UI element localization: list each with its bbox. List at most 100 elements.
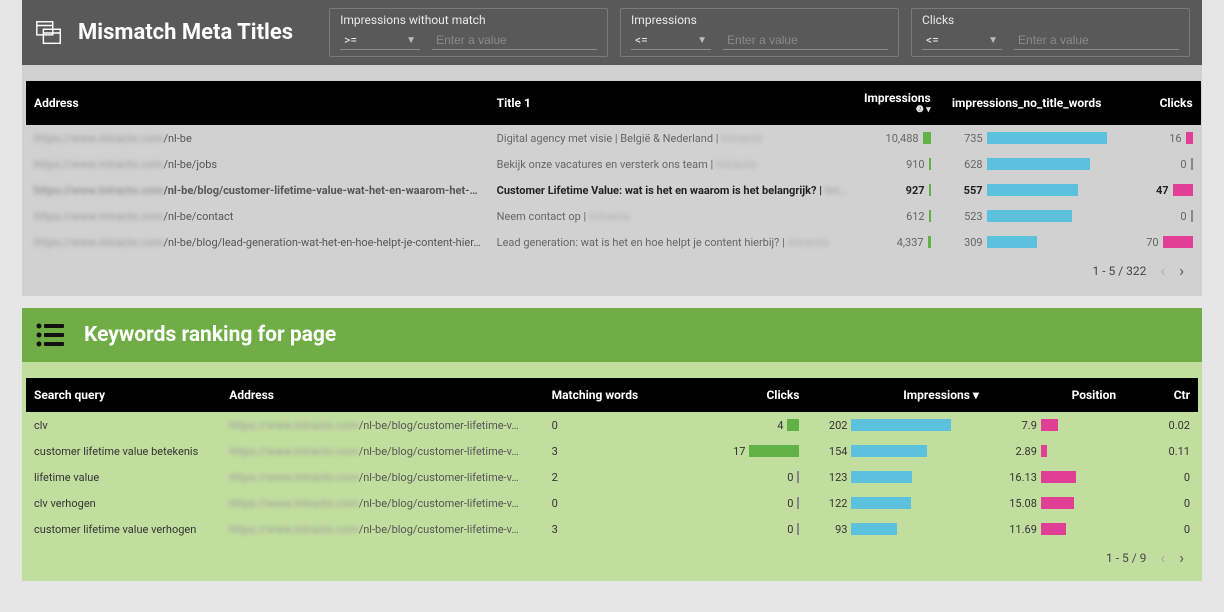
cell-impressions: 202 <box>807 412 986 438</box>
col-impressions-label: Impressions <box>864 91 931 105</box>
col-ctr[interactable]: Ctr <box>1124 378 1198 412</box>
browser-windows-icon <box>34 18 64 48</box>
cell-address: https://www.intracto.com/nl-be/blog/cust… <box>26 177 489 203</box>
col-clicks[interactable]: Clicks <box>1115 81 1201 125</box>
section-title: Mismatch Meta Titles <box>78 20 293 45</box>
prev-page-button[interactable]: ‹ <box>1160 261 1165 280</box>
filter-value-input[interactable] <box>432 31 597 50</box>
cell-position: 2.89 <box>987 438 1124 464</box>
cell-position: 11.69 <box>987 516 1124 542</box>
cell-no-title: 557 <box>939 177 1115 203</box>
cell-title: Neem contact op | Intracto <box>489 203 856 229</box>
keywords-ranking-section: Keywords ranking for page Search query A… <box>22 308 1202 581</box>
sort-indicator: ❷ ▾ <box>864 105 931 115</box>
caret-down-icon: ▼ <box>697 35 707 46</box>
cell-ctr: 0.11 <box>1124 438 1198 464</box>
keywords-table: Search query Address Matching words Clic… <box>26 378 1198 542</box>
table-row[interactable]: customer lifetime value verhogenhttps://… <box>26 516 1198 542</box>
cell-query: clv verhogen <box>26 490 221 516</box>
cell-query: customer lifetime value verhogen <box>26 516 221 542</box>
cell-position: 15.08 <box>987 490 1124 516</box>
next-page-button[interactable]: › <box>1179 548 1184 567</box>
table-row[interactable]: https://www.intracto.com/nl-be/blog/cust… <box>26 177 1201 203</box>
cell-impressions: 93 <box>807 516 986 542</box>
filter-operator-select[interactable]: <= ▼ <box>922 31 1002 50</box>
caret-down-icon: ▼ <box>406 35 416 46</box>
cell-address: https://www.intracto.com/nl-be/blog/cust… <box>221 464 543 490</box>
cell-impressions: 4,337 <box>856 229 939 255</box>
filter-value-input[interactable] <box>723 31 888 50</box>
cell-position: 7.9 <box>987 412 1124 438</box>
cell-address: https://www.intracto.com/nl-be <box>26 125 489 151</box>
pagination-range: 1 - 5 / 322 <box>1092 264 1146 278</box>
pagination: 1 - 5 / 9 ‹ › <box>26 542 1198 567</box>
table-row[interactable]: https://www.intracto.com/nl-be/jobsBekij… <box>26 151 1201 177</box>
cell-impressions: 123 <box>807 464 986 490</box>
cell-clicks: 70 <box>1115 229 1201 255</box>
prev-page-button[interactable]: ‹ <box>1160 548 1165 567</box>
cell-clicks: 0 <box>691 464 807 490</box>
cell-address: https://www.intracto.com/nl-be/blog/cust… <box>221 438 543 464</box>
col-imp-no-title[interactable]: impressions_no_title_words <box>939 81 1115 125</box>
col-matching[interactable]: Matching words <box>544 378 692 412</box>
filter-label: Clicks <box>922 13 1179 27</box>
table-row[interactable]: clvhttps://www.intracto.com/nl-be/blog/c… <box>26 412 1198 438</box>
cell-query: lifetime value <box>26 464 221 490</box>
cell-no-title: 628 <box>939 151 1115 177</box>
cell-matching: 3 <box>544 516 692 542</box>
cell-ctr: 0 <box>1124 464 1198 490</box>
col-address[interactable]: Address <box>221 378 543 412</box>
table-row[interactable]: https://www.intracto.com/nl-be/blog/lead… <box>26 229 1201 255</box>
cell-address: https://www.intracto.com/nl-be/blog/lead… <box>26 229 489 255</box>
cell-address: https://www.intracto.com/nl-be/blog/cust… <box>221 412 543 438</box>
col-address[interactable]: Address <box>26 81 489 125</box>
cell-title: Digital agency met visie | België & Nede… <box>489 125 856 151</box>
table-row[interactable]: https://www.intracto.com/nl-beDigital ag… <box>26 125 1201 151</box>
cell-matching: 0 <box>544 412 692 438</box>
table-container: Address Title 1 Impressions ❷ ▾ impressi… <box>22 65 1202 296</box>
cell-position: 16.13 <box>987 464 1124 490</box>
filter-operator-select[interactable]: >= ▼ <box>340 31 420 50</box>
cell-matching: 2 <box>544 464 692 490</box>
filter-label: Impressions <box>631 13 888 27</box>
col-position[interactable]: Position <box>987 378 1124 412</box>
table-row[interactable]: clv verhogenhttps://www.intracto.com/nl-… <box>26 490 1198 516</box>
section-header: Mismatch Meta Titles Impressions without… <box>22 0 1202 65</box>
col-impressions[interactable]: Impressions ❷ ▾ <box>856 81 939 125</box>
cell-clicks: 4 <box>691 412 807 438</box>
operator-value: <= <box>926 33 939 47</box>
cell-impressions: 122 <box>807 490 986 516</box>
cell-impressions: 154 <box>807 438 986 464</box>
mismatch-table: Address Title 1 Impressions ❷ ▾ impressi… <box>26 81 1201 255</box>
cell-impressions: 612 <box>856 203 939 229</box>
cell-clicks: 16 <box>1115 125 1201 151</box>
cell-impressions: 927 <box>856 177 939 203</box>
section-header: Keywords ranking for page <box>22 308 1202 362</box>
table-row[interactable]: customer lifetime value betekenishttps:/… <box>26 438 1198 464</box>
cell-impressions: 910 <box>856 151 939 177</box>
list-icon <box>36 322 66 348</box>
filter-operator-select[interactable]: <= ▼ <box>631 31 711 50</box>
caret-down-icon: ▼ <box>988 35 998 46</box>
cell-address: https://www.intracto.com/nl-be/jobs <box>26 151 489 177</box>
cell-address: https://www.intracto.com/nl-be/contact <box>26 203 489 229</box>
cell-clicks: 0 <box>1115 151 1201 177</box>
cell-clicks: 0 <box>691 490 807 516</box>
col-query[interactable]: Search query <box>26 378 221 412</box>
cell-clicks: 0 <box>691 516 807 542</box>
mismatch-meta-titles-section: Mismatch Meta Titles Impressions without… <box>22 0 1202 296</box>
filter-value-input[interactable] <box>1014 31 1179 50</box>
col-title1[interactable]: Title 1 <box>489 81 856 125</box>
table-row[interactable]: lifetime valuehttps://www.intracto.com/n… <box>26 464 1198 490</box>
cell-ctr: 0 <box>1124 516 1198 542</box>
cell-title: Customer Lifetime Value: wat is het en w… <box>489 177 856 203</box>
table-row[interactable]: https://www.intracto.com/nl-be/contactNe… <box>26 203 1201 229</box>
pagination: 1 - 5 / 322 ‹ › <box>26 255 1198 280</box>
col-impressions[interactable]: Impressions ▾ <box>807 378 986 412</box>
pagination-range: 1 - 5 / 9 <box>1106 551 1146 565</box>
col-clicks[interactable]: Clicks <box>691 378 807 412</box>
cell-no-title: 523 <box>939 203 1115 229</box>
table-container: Search query Address Matching words Clic… <box>22 362 1202 581</box>
filter-impressions: Impressions <= ▼ <box>620 8 899 57</box>
next-page-button[interactable]: › <box>1179 261 1184 280</box>
